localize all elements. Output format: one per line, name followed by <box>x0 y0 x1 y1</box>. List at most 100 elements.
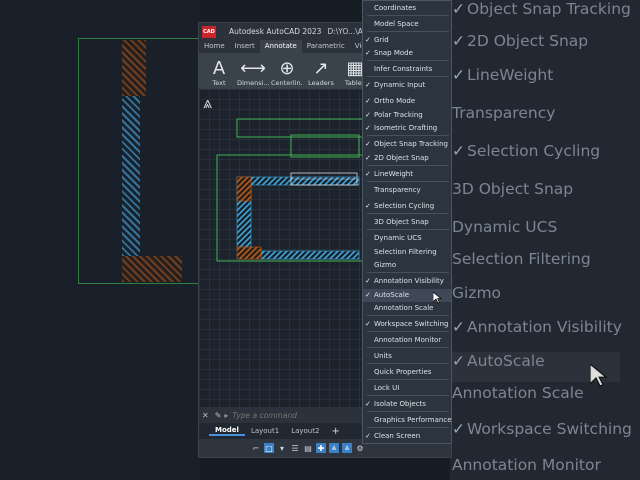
menu-item-label: Selection Filtering <box>374 248 437 256</box>
dropdown-icon[interactable]: ▾ <box>277 443 287 453</box>
menu-item-clean-screen[interactable]: ✓ Clean Screen <box>363 430 451 443</box>
checkmark-icon: ✓ <box>365 81 371 89</box>
menu-item-model-space[interactable]: Model Space <box>363 18 451 31</box>
menu-item-quick-properties[interactable]: Quick Properties <box>363 366 451 379</box>
menu-item-selection-filtering[interactable]: Selection Filtering <box>363 246 451 259</box>
menu-separator <box>367 363 449 364</box>
menu-item-snap-mode[interactable]: ✓ Snap Mode <box>363 47 451 60</box>
menu-item-selection-cycling[interactable]: ✓ Selection Cycling <box>363 200 451 213</box>
background-drawing <box>0 0 200 480</box>
bg-menu-item-gizmo: Gizmo <box>452 284 501 302</box>
tab-parametric[interactable]: Parametric <box>302 40 350 53</box>
bg-menu-item-autoscale: ✓ AutoScale <box>452 352 545 370</box>
bg-menu-item-annotation-scale: Annotation Scale <box>452 384 584 402</box>
customization-menu: Coordinates Model Space ✓ Grid ✓ Snap Mode Inf… <box>362 0 452 444</box>
bg-menu-item-annotation-monitor: Annotation Monitor <box>452 456 601 474</box>
ribbon-button-label: Centerlin... <box>271 79 303 87</box>
lineweight-icon[interactable]: ☰ <box>290 443 300 453</box>
menu-item-lock-ui[interactable]: Lock UI <box>363 382 451 395</box>
checkmark-icon: ✓ <box>365 432 371 440</box>
menu-item-label: Ortho Mode <box>374 97 416 105</box>
menu-item-3d-object-snap[interactable]: 3D Object Snap <box>363 216 451 229</box>
blue-hatch-top <box>250 176 360 186</box>
menu-item-annotation-monitor[interactable]: Annotation Monitor <box>363 334 451 347</box>
menu-item-lineweight[interactable]: ✓ LineWeight <box>363 168 451 181</box>
command-input[interactable] <box>232 409 353 421</box>
transparency-icon[interactable]: ▤ <box>303 443 313 453</box>
checkmark-icon: ✓ <box>452 0 465 18</box>
command-prompt-icon[interactable]: ▸ <box>224 411 228 420</box>
menu-item-polar-tracking[interactable]: ✓ Polar Tracking <box>363 109 451 122</box>
menu-item-ortho-mode[interactable]: ✓ Ortho Mode <box>363 95 451 108</box>
menu-item-label: LineWeight <box>374 170 413 178</box>
ribbon-button-label: Leaders <box>308 79 334 87</box>
layout-tab-model[interactable]: Model <box>209 426 245 436</box>
bg-menu-item-3d-object-snap: 3D Object Snap <box>452 180 573 198</box>
annotation-visibility-icon[interactable]: ⩓ <box>329 443 339 453</box>
menu-separator <box>367 411 449 412</box>
menu-item-coordinates[interactable]: Coordinates <box>363 2 451 15</box>
menu-item-infer-constraints[interactable]: Infer Constraints <box>363 63 451 76</box>
menu-item-label: Isolate Objects <box>374 400 426 408</box>
menu-item-units[interactable]: Units <box>363 350 451 363</box>
layout-tab-layout1[interactable]: Layout1 <box>245 427 285 435</box>
close-icon[interactable]: ✕ <box>202 411 209 420</box>
menu-item-graphics-performance[interactable]: Graphics Performance <box>363 414 452 427</box>
add-layout-button[interactable]: + <box>325 426 345 437</box>
bg-menu-item-object-snap-tracking: ✓ Object Snap Tracking <box>452 0 631 18</box>
menu-separator <box>367 31 449 32</box>
menu-item-annotation-visibility[interactable]: ✓ Annotation Visibility <box>363 275 451 288</box>
menu-item-2d-object-snap[interactable]: ✓ 2D Object Snap <box>363 152 451 165</box>
tab-home[interactable]: Home <box>199 40 230 53</box>
menu-item-workspace-switching[interactable]: ✓ Workspace Switching <box>363 318 451 331</box>
menu-item-object-snap-tracking[interactable]: ✓ Object Snap Tracking <box>363 138 451 151</box>
workspace-gear-icon[interactable]: ⚙ <box>355 443 365 453</box>
menu-item-gizmo[interactable]: Gizmo <box>363 259 451 272</box>
menu-item-label: Dynamic UCS <box>374 234 422 242</box>
bg-menu-item-label: Dynamic UCS <box>452 218 558 236</box>
grid-toggle-icon[interactable]: □ <box>264 443 274 453</box>
menu-separator <box>367 427 449 428</box>
tab-annotate[interactable]: Annotate <box>259 40 302 53</box>
autoscale-icon[interactable]: ⩓ <box>342 443 352 453</box>
menu-item-label: Lock UI <box>374 384 400 392</box>
menu-separator <box>367 347 449 348</box>
app-title: Autodesk AutoCAD 2023 <box>229 27 322 36</box>
centerlin-button[interactable]: ⊕Centerlin... <box>271 53 303 88</box>
menu-item-label: Model Space <box>374 20 419 28</box>
menu-separator <box>367 213 449 214</box>
layout-tab-layout2[interactable]: Layout2 <box>285 427 325 435</box>
menu-item-dynamic-input[interactable]: ✓ Dynamic Input <box>363 79 451 92</box>
leaders-button[interactable]: ↗ Leaders <box>305 53 337 88</box>
screen: ✓ Object Snap Tracking ✓ 2D Object Snap ✓ Lin… <box>0 0 640 480</box>
menu-item-isometric-drafting[interactable]: ✓ Isometric Drafting <box>363 122 451 135</box>
menu-item-transparency[interactable]: Transparency <box>363 184 451 197</box>
bg-menu-item-label: AutoScale <box>467 352 545 370</box>
menu-item-label: 2D Object Snap <box>374 154 429 162</box>
menu-item-grid[interactable]: ✓ Grid <box>363 34 451 47</box>
checkmark-icon: ✓ <box>365 154 371 162</box>
mouse-cursor-icon <box>433 292 442 304</box>
checkmark-icon: ✓ <box>365 400 371 408</box>
selection-cycling-icon[interactable]: ✚ <box>316 443 326 453</box>
snap-icon[interactable]: ⌐ <box>251 443 261 453</box>
bg-menu-item-label: LineWeight <box>467 66 554 84</box>
menu-separator <box>367 272 449 273</box>
bg-menu-item-label: Selection Cycling <box>467 142 601 160</box>
menu-separator <box>367 229 449 230</box>
menu-separator <box>367 379 449 380</box>
menu-item-dynamic-ucs[interactable]: Dynamic UCS <box>363 232 451 245</box>
dimensi-button[interactable]: ⟷ Dimensi... <box>237 53 269 88</box>
tab-insert[interactable]: Insert <box>230 40 260 53</box>
menu-item-label: Infer Constraints <box>374 65 433 73</box>
bg-menu-item-selection-filtering: Selection Filtering <box>452 250 591 268</box>
menu-item-label: Annotation Scale <box>374 304 434 312</box>
checkmark-icon: ✓ <box>452 32 465 50</box>
wrench-icon[interactable]: ✎ <box>215 411 222 420</box>
autocad-logo: CAD <box>202 25 216 38</box>
bg-menu-item-label: Annotation Scale <box>452 384 584 402</box>
menu-item-isolate-objects[interactable]: ✓ Isolate Objects <box>363 398 451 411</box>
menu-item-label: Dynamic Input <box>374 81 426 89</box>
checkmark-icon: ✓ <box>365 111 371 119</box>
text-button[interactable]: A Text <box>203 53 235 88</box>
